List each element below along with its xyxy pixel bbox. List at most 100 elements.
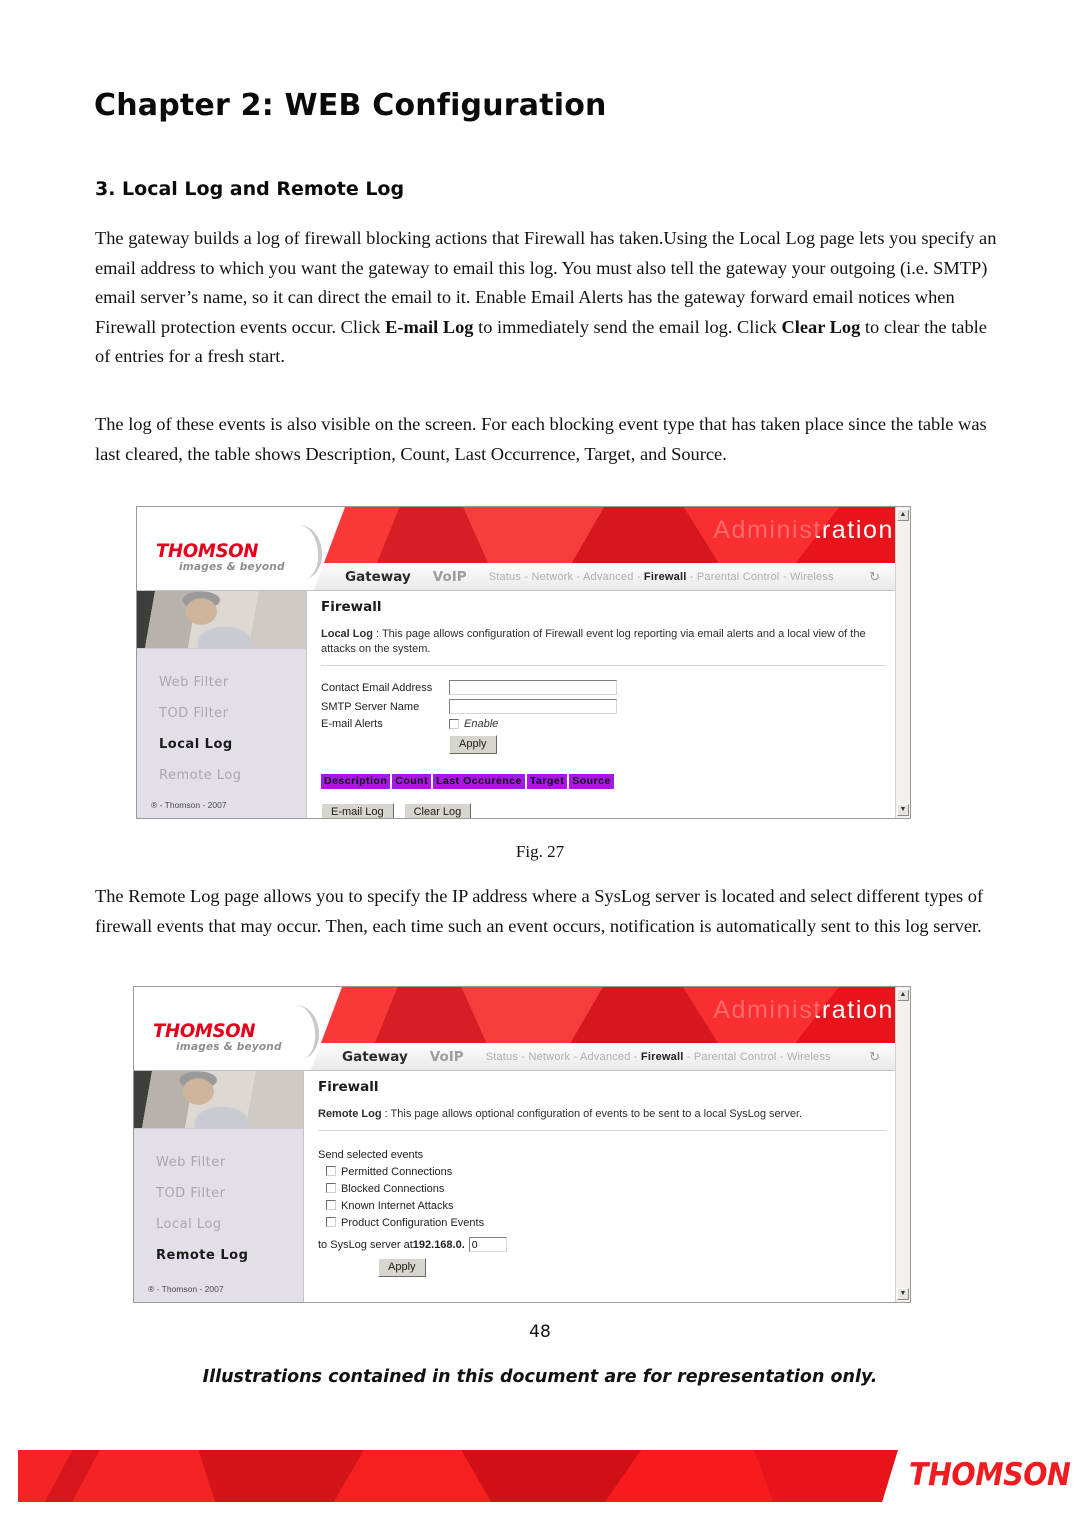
- nav-wireless-2[interactable]: Wireless: [787, 1051, 831, 1063]
- content-desc-label-2: Remote Log: [318, 1108, 382, 1120]
- syslog-octet-input[interactable]: 0: [468, 1237, 507, 1252]
- sidebar-copyright-2: ® - Thomson - 2007: [148, 1284, 224, 1294]
- label-known-internet-attacks: Known Internet Attacks: [341, 1200, 454, 1212]
- email-log-button[interactable]: E-mail Log: [321, 803, 394, 818]
- syslog-prefix-text: to SysLog server at: [318, 1238, 413, 1251]
- content-desc-text: This page allows configuration of Firewa…: [321, 628, 866, 655]
- sidebar-local-log: Web Filter TOD Filter Local Log Remote L…: [137, 591, 307, 818]
- apply-row-2: Apply: [378, 1257, 910, 1277]
- footer-banner-graphic: [18, 1450, 898, 1502]
- nav-firewall[interactable]: Firewall: [644, 571, 687, 583]
- nav-firewall-2[interactable]: Firewall: [641, 1051, 684, 1063]
- para1-seg-b: to immediately send the email log. Click: [473, 316, 782, 337]
- syslog-base-address: 192.168.0.: [412, 1238, 465, 1251]
- nav-network[interactable]: Network: [531, 571, 573, 583]
- checkbox-email-alerts-enable[interactable]: [449, 719, 459, 729]
- scroll-up-icon-2[interactable]: ▲: [897, 989, 909, 1001]
- local-log-form: Contact Email Address SMTP Server Name E…: [321, 680, 910, 818]
- content-desc-text-2: This page allows optional configuration …: [390, 1108, 803, 1120]
- brand-logo-plate-2: THOMSON images & beyond: [134, 987, 342, 1070]
- sidebar-item-local-log[interactable]: Local Log: [159, 737, 306, 752]
- checkbox-row-permitted-connections: Permitted Connections: [326, 1166, 910, 1178]
- vertical-scrollbar-2[interactable]: ▲ ▼: [895, 987, 910, 1302]
- scroll-down-icon[interactable]: ▼: [897, 804, 909, 816]
- sidebar-item-remote-log[interactable]: Remote Log: [159, 768, 306, 783]
- label-send-selected-events: Send selected events: [318, 1149, 424, 1161]
- content-remote-log: Firewall Remote Log : This page allows o…: [304, 1071, 910, 1302]
- thomson-tagline-2: images & beyond: [176, 1041, 282, 1053]
- checkbox-row-product-configuration-events: Product Configuration Events: [326, 1217, 910, 1229]
- refresh-icon[interactable]: ↻: [869, 569, 880, 585]
- nav-gateway[interactable]: Gateway: [345, 569, 411, 585]
- sidebar-item-remote-log-2[interactable]: Remote Log: [156, 1248, 303, 1263]
- page-number: 48: [529, 1322, 551, 1342]
- thomson-logo-text-2: THOMSON: [153, 1020, 256, 1042]
- vertical-scrollbar[interactable]: ▲ ▼: [895, 507, 910, 818]
- chapter-title: Chapter 2: WEB Configuration: [94, 88, 607, 123]
- sidebar-item-web-filter-2[interactable]: Web Filter: [156, 1155, 303, 1170]
- checkbox-known-internet-attacks[interactable]: [326, 1200, 336, 1210]
- nav-gateway-2[interactable]: Gateway: [342, 1049, 408, 1065]
- nav-parental-control-2[interactable]: Parental Control: [694, 1051, 777, 1063]
- nav-voip[interactable]: VoIP: [433, 569, 467, 585]
- input-smtp-server[interactable]: [449, 699, 617, 714]
- footer-thomson-logo: THOMSON: [908, 1457, 1071, 1493]
- content-description-2: Remote Log : This page allows optional c…: [318, 1107, 910, 1122]
- sidebar-copyright: ® - Thomson - 2007: [151, 800, 227, 810]
- section-title: 3. Local Log and Remote Log: [95, 178, 405, 200]
- content-desc-sep-2: :: [381, 1108, 391, 1120]
- nav-parental-control[interactable]: Parental Control: [697, 571, 780, 583]
- masthead-title: Administration: [713, 516, 894, 544]
- para1-bold-clear-log: Clear Log: [781, 316, 861, 337]
- apply-button[interactable]: Apply: [449, 735, 497, 754]
- sidebar-item-web-filter[interactable]: Web Filter: [159, 675, 306, 690]
- field-row-smtp-server: SMTP Server Name: [321, 699, 910, 714]
- label-product-configuration-events: Product Configuration Events: [341, 1217, 485, 1229]
- sidebar-item-tod-filter-2[interactable]: TOD Filter: [156, 1186, 303, 1201]
- apply-button-2[interactable]: Apply: [378, 1258, 426, 1277]
- body-remote-log: Web Filter TOD Filter Local Log Remote L…: [134, 1071, 910, 1302]
- content-description: Local Log : This page allows configurati…: [321, 627, 910, 657]
- content-desc-label: Local Log: [321, 628, 373, 640]
- field-row-contact-email: Contact Email Address: [321, 680, 910, 695]
- nav-status-2[interactable]: Status: [486, 1051, 518, 1063]
- screenshot-remote-log: Administration THOMSON images & beyond G…: [133, 986, 911, 1303]
- disclaimer-text: Illustrations contained in this document…: [202, 1367, 878, 1387]
- nav-wireless[interactable]: Wireless: [790, 571, 834, 583]
- log-action-buttons: E-mail Log Clear Log: [321, 803, 910, 818]
- figure-caption-27: Fig. 27: [515, 842, 565, 861]
- nav-network-2[interactable]: Network: [528, 1051, 570, 1063]
- checkbox-product-configuration-events[interactable]: [326, 1217, 336, 1227]
- nav-advanced-2[interactable]: Advanced: [580, 1051, 631, 1063]
- checkbox-blocked-connections[interactable]: [326, 1183, 336, 1193]
- checkbox-permitted-connections[interactable]: [326, 1166, 336, 1176]
- nav-advanced[interactable]: Advanced: [583, 571, 634, 583]
- paragraph-log-table-fields: The log of these events is also visible …: [95, 414, 987, 464]
- field-row-email-alerts: E-mail Alerts Enable: [321, 718, 910, 730]
- masthead-title-2: Administration: [713, 996, 894, 1024]
- syslog-server-row: to SysLog server at 192.168.0. 0: [318, 1237, 910, 1252]
- label-permitted-connections: Permitted Connections: [341, 1166, 453, 1178]
- scroll-down-icon-2[interactable]: ▼: [897, 1288, 909, 1300]
- nav-status[interactable]: Status: [489, 571, 521, 583]
- input-contact-email[interactable]: [449, 680, 617, 695]
- table-header-last-occurence: Last Occurence: [433, 774, 525, 789]
- sidebar-item-tod-filter[interactable]: TOD Filter: [159, 706, 306, 721]
- clear-log-button[interactable]: Clear Log: [403, 803, 472, 818]
- body-local-log: Web Filter TOD Filter Local Log Remote L…: [137, 591, 910, 818]
- sidebar-remote-log: Web Filter TOD Filter Local Log Remote L…: [134, 1071, 304, 1302]
- content-local-log: Firewall Local Log : This page allows co…: [307, 591, 910, 818]
- scroll-up-icon[interactable]: ▲: [897, 509, 909, 521]
- thomson-tagline: images & beyond: [179, 561, 285, 573]
- label-smtp-server: SMTP Server Name: [321, 700, 420, 713]
- sidebar-item-local-log-2[interactable]: Local Log: [156, 1217, 303, 1232]
- paragraph-local-log: The gateway builds a log of firewall blo…: [95, 224, 998, 372]
- remote-log-form: Send selected events Permitted Connectio…: [318, 1149, 910, 1277]
- content-title: Firewall: [321, 599, 382, 615]
- refresh-icon-2[interactable]: ↻: [869, 1049, 880, 1065]
- screenshot-local-log: Administration THOMSON images & beyond G…: [136, 506, 911, 819]
- nav-voip-2[interactable]: VoIP: [430, 1049, 464, 1065]
- brand-logo-plate: THOMSON images & beyond: [137, 507, 345, 590]
- sidebar-items: Web Filter TOD Filter Local Log Remote L…: [137, 649, 306, 783]
- sidebar-photo: [137, 591, 306, 649]
